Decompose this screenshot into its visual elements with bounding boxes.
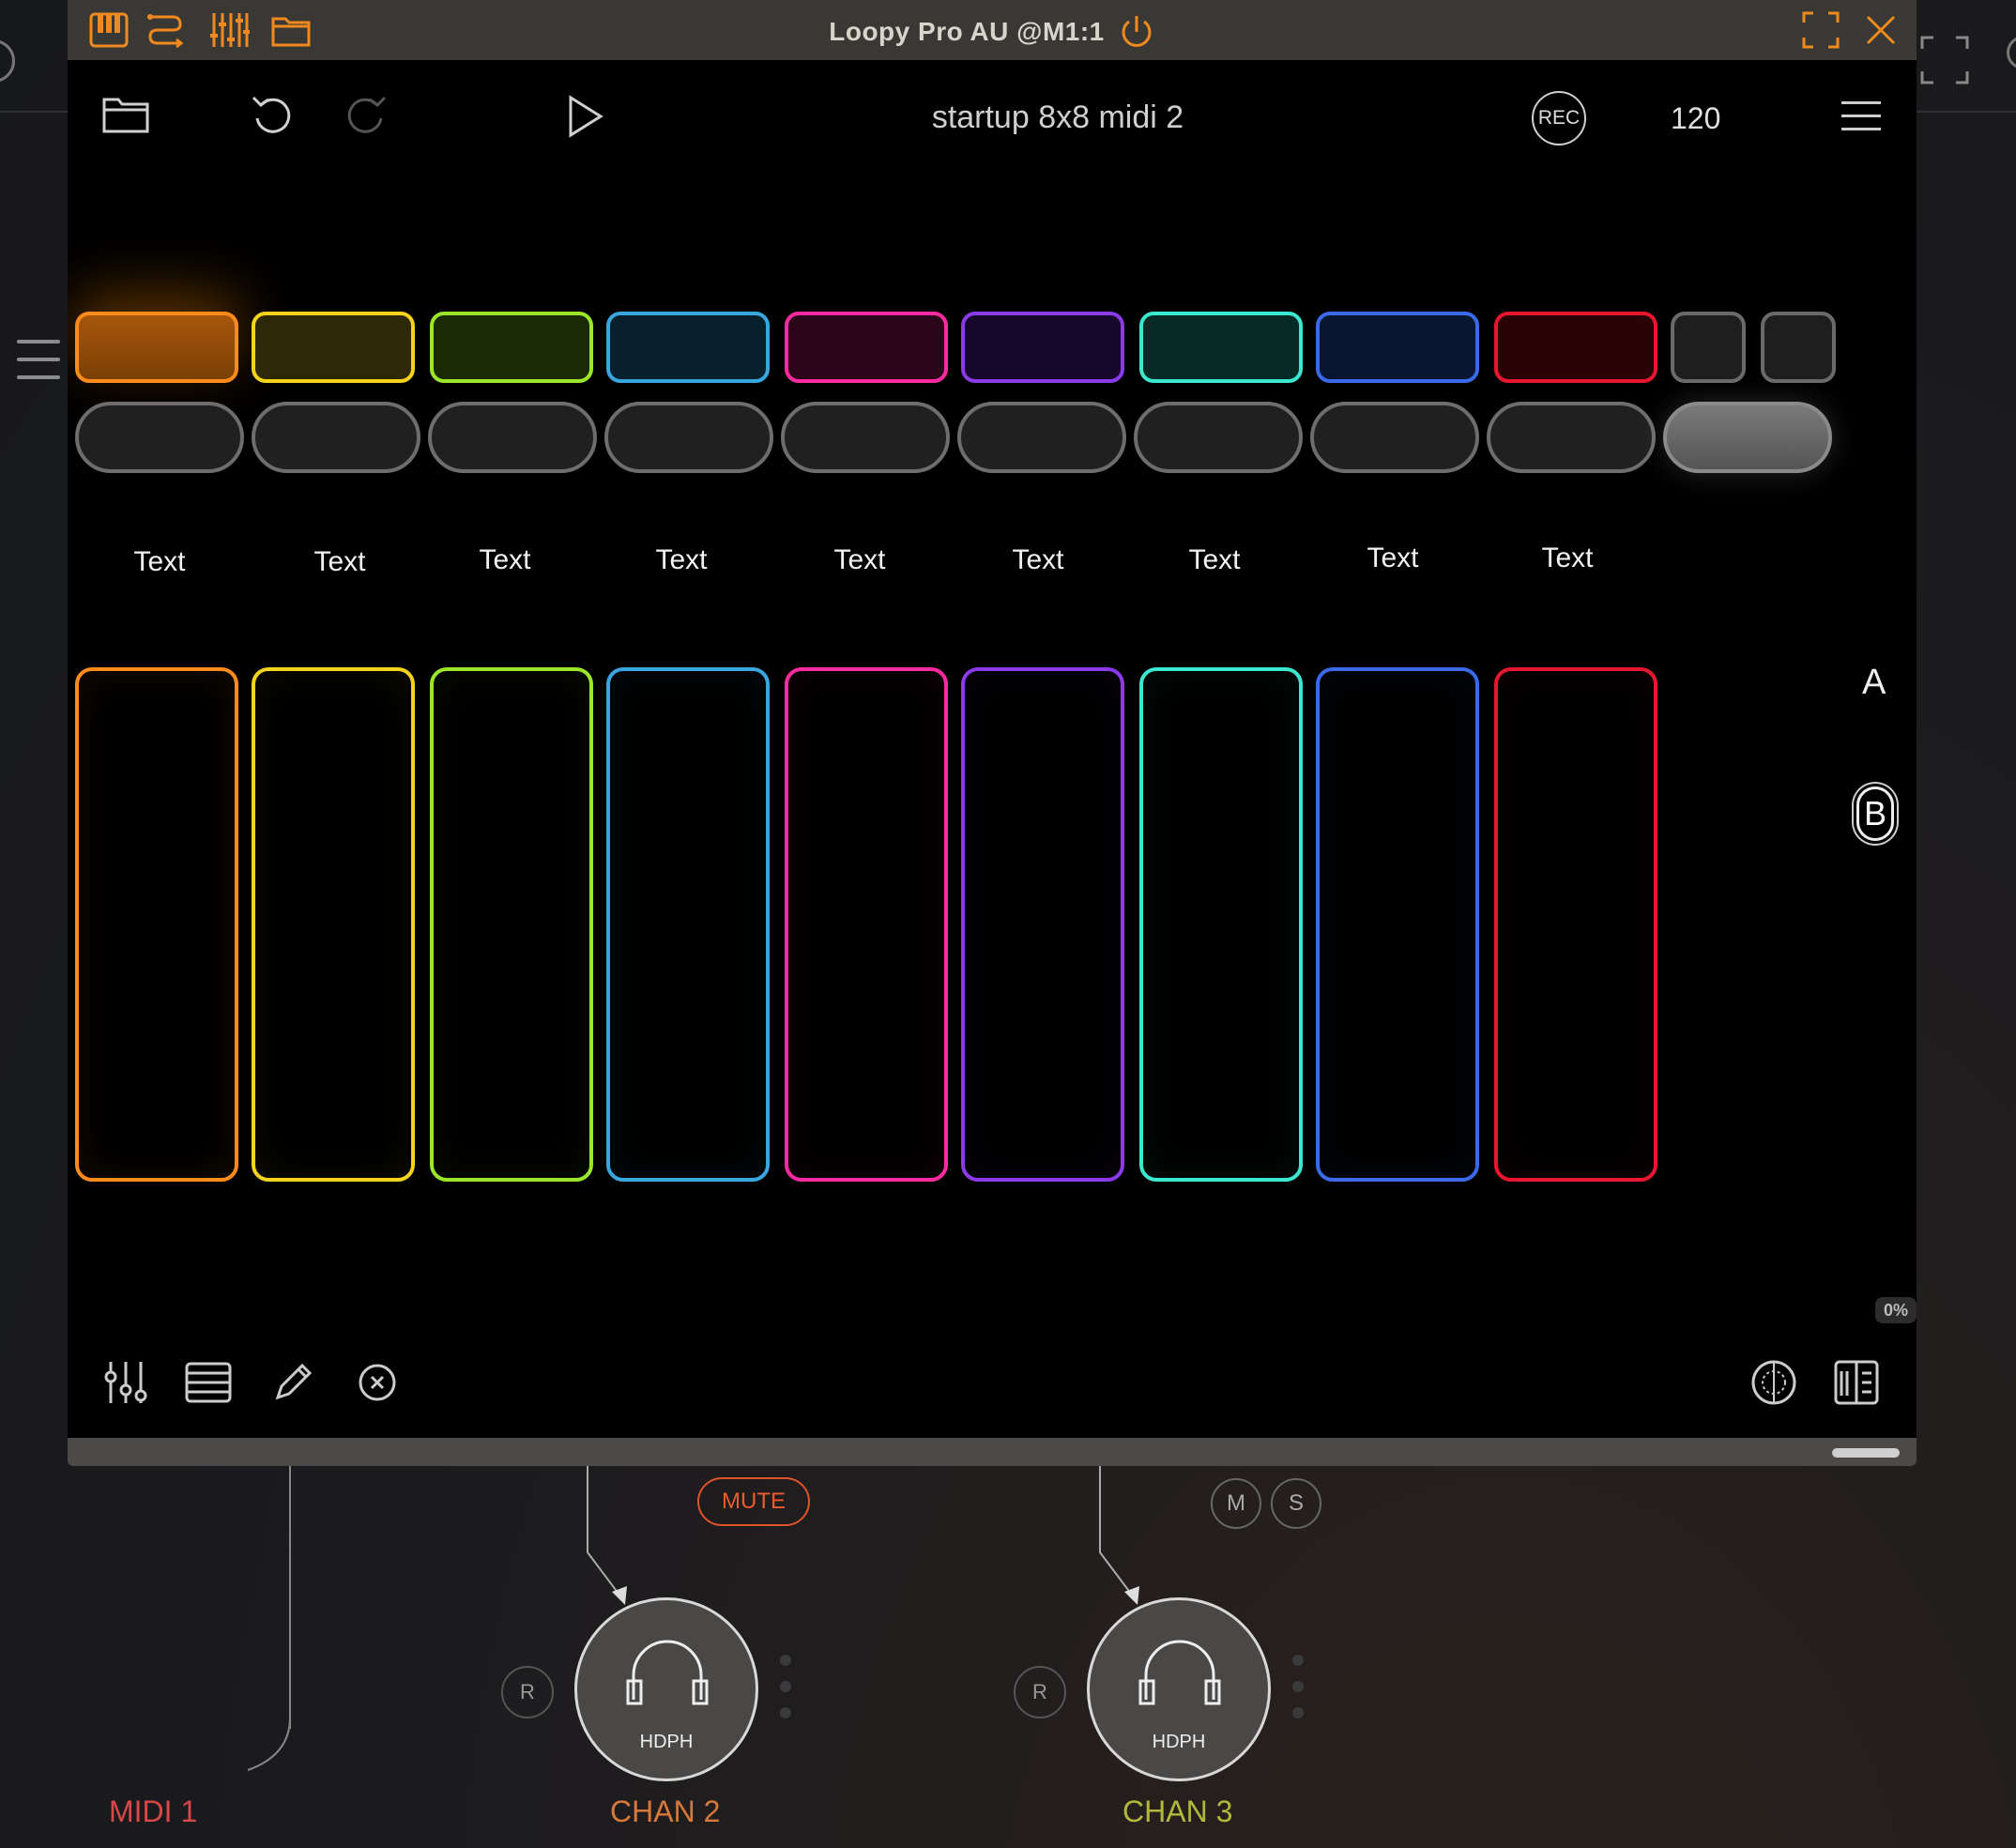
loop-track[interactable] xyxy=(1316,667,1479,1182)
loop-track[interactable] xyxy=(1494,667,1657,1182)
song-title[interactable]: startup 8x8 midi 2 xyxy=(68,99,1917,136)
record-button[interactable]: REC xyxy=(1532,91,1586,145)
loop-track[interactable] xyxy=(1139,667,1303,1182)
pill-button[interactable] xyxy=(1487,402,1656,473)
record-arm-button[interactable]: R xyxy=(501,1666,554,1718)
pad-label: Text xyxy=(1367,542,1419,573)
layout-editor-icon[interactable] xyxy=(1832,1358,1881,1407)
power-icon[interactable] xyxy=(1118,13,1155,51)
headphones-icon xyxy=(626,1640,709,1705)
pad-label: Text xyxy=(1541,542,1594,573)
mute-toggle[interactable]: M xyxy=(1211,1478,1261,1529)
pill-button[interactable] xyxy=(781,402,950,473)
chan2-wire xyxy=(587,1466,627,1605)
clip-pad[interactable] xyxy=(1139,312,1303,383)
plugin-resize-bar[interactable] xyxy=(68,1438,1917,1466)
host-menu-icon[interactable] xyxy=(17,340,60,387)
host-divider xyxy=(1915,111,2016,113)
chan3-output-knob[interactable]: HDPH xyxy=(1087,1597,1271,1781)
loop-track[interactable] xyxy=(606,667,770,1182)
channel-options-icon[interactable] xyxy=(1292,1655,1304,1733)
list-view-icon[interactable] xyxy=(184,1358,233,1407)
midi-wire-curve xyxy=(247,1718,291,1771)
solo-toggle[interactable]: S xyxy=(1271,1478,1321,1529)
fullscreen-icon[interactable] xyxy=(1800,9,1841,51)
host-expand-icon[interactable] xyxy=(1920,36,1969,84)
pad-label: Text xyxy=(655,544,708,575)
chan3-wire xyxy=(1099,1466,1139,1605)
loop-track[interactable] xyxy=(252,667,415,1182)
output-label: HDPH xyxy=(639,1732,694,1752)
scene-a-button[interactable]: A xyxy=(1862,663,1886,703)
metronome-dial-icon[interactable] xyxy=(1749,1358,1798,1407)
resize-handle[interactable] xyxy=(1832,1448,1900,1458)
pad-label: Text xyxy=(133,546,186,577)
pill-button[interactable] xyxy=(604,402,773,473)
pad-label: Text xyxy=(479,544,531,575)
chan2-output-knob[interactable]: HDPH xyxy=(574,1597,758,1781)
pad-label: Text xyxy=(313,546,366,577)
chan3-label: CHAN 3 xyxy=(1123,1795,1233,1828)
midi-wire xyxy=(289,1466,291,1729)
menu-icon[interactable] xyxy=(1841,101,1881,131)
chan2-label: CHAN 2 xyxy=(610,1795,721,1828)
clip-pad[interactable] xyxy=(430,312,593,383)
pill-button-active[interactable] xyxy=(1663,402,1832,473)
headphones-icon xyxy=(1138,1640,1221,1705)
scene-b-button[interactable]: B xyxy=(1856,787,1894,841)
loop-track[interactable] xyxy=(75,667,238,1182)
pill-button[interactable] xyxy=(1134,402,1303,473)
pill-button[interactable] xyxy=(252,402,420,473)
record-arm-button[interactable]: R xyxy=(1014,1666,1066,1718)
edit-pencil-icon[interactable] xyxy=(268,1358,317,1407)
pad-label: Text xyxy=(1012,544,1064,575)
plugin-titlebar: Loopy Pro AU @M1:1 xyxy=(68,0,1917,60)
clip-pad[interactable] xyxy=(785,312,948,383)
pill-button[interactable] xyxy=(75,402,244,473)
clip-pad[interactable] xyxy=(1316,312,1479,383)
small-pad[interactable] xyxy=(1761,312,1836,383)
midi1-label: MIDI 1 xyxy=(109,1795,198,1828)
pill-button[interactable] xyxy=(428,402,597,473)
output-label: HDPH xyxy=(1152,1732,1206,1752)
close-icon[interactable] xyxy=(1860,9,1901,51)
tempo-display[interactable]: 120 xyxy=(1671,101,1720,136)
pill-button[interactable] xyxy=(957,402,1126,473)
pill-button[interactable] xyxy=(1310,402,1479,473)
loop-track[interactable] xyxy=(961,667,1124,1182)
clip-pad[interactable] xyxy=(1494,312,1657,383)
plugin-window: Loopy Pro AU @M1:1 startup 8x8 midi 2 RE… xyxy=(68,0,1917,1466)
clip-pad[interactable] xyxy=(252,312,415,383)
clip-pad[interactable] xyxy=(961,312,1124,383)
window-title: Loopy Pro AU @M1:1 xyxy=(68,13,1917,51)
small-pad[interactable] xyxy=(1671,312,1746,383)
clip-pad[interactable] xyxy=(75,312,238,383)
clear-icon[interactable] xyxy=(353,1358,402,1407)
mixer-settings-icon[interactable] xyxy=(101,1358,150,1407)
mute-button[interactable]: MUTE xyxy=(697,1477,810,1526)
cpu-meter: 0% xyxy=(1875,1297,1917,1323)
loop-track[interactable] xyxy=(785,667,948,1182)
channel-options-icon[interactable] xyxy=(780,1655,791,1733)
clip-pad[interactable] xyxy=(606,312,770,383)
loop-track[interactable] xyxy=(430,667,593,1182)
pad-label: Text xyxy=(833,544,886,575)
pad-label: Text xyxy=(1188,544,1241,575)
host-divider xyxy=(0,111,68,113)
